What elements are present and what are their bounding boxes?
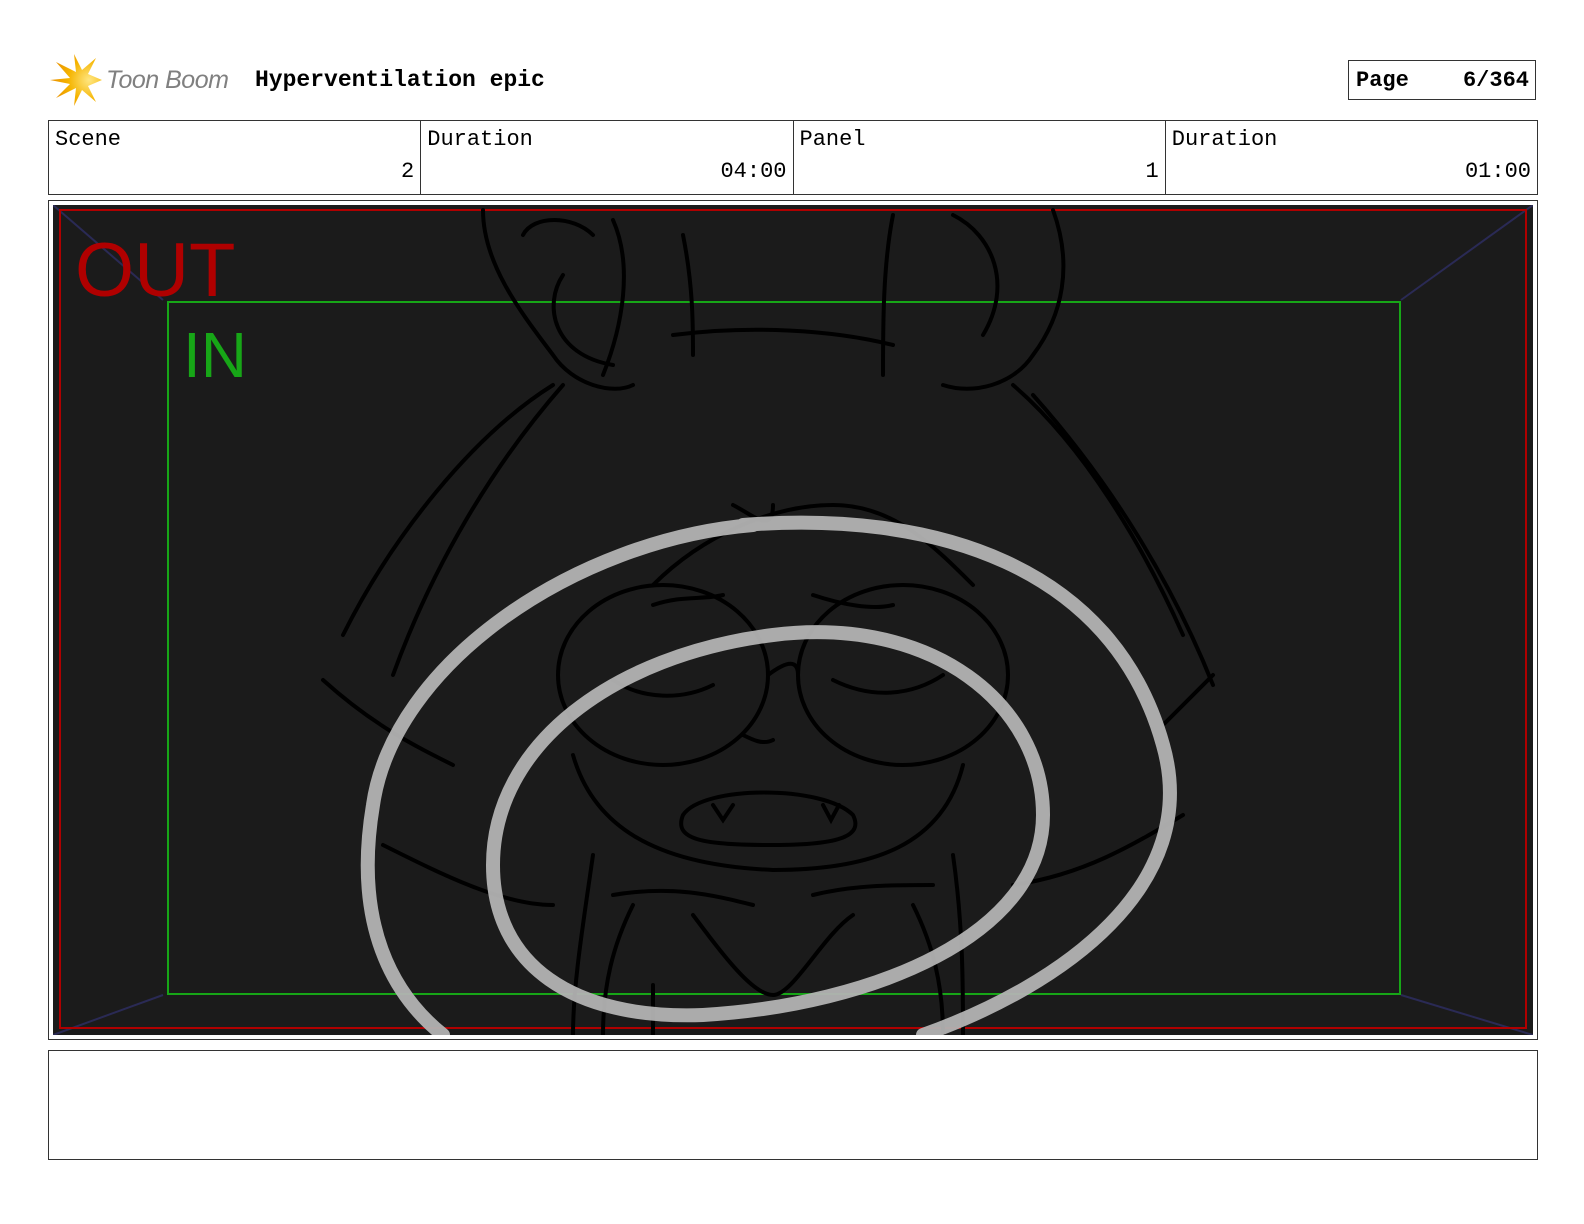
starburst-icon — [50, 54, 102, 106]
scene-cell: Scene 2 — [49, 121, 422, 194]
scene-duration-cell: Duration 04:00 — [421, 121, 794, 194]
panel-duration-value: 01:00 — [1464, 159, 1531, 184]
panel-image: OUT IN — [53, 205, 1533, 1035]
panel-duration-cell: Duration 01:00 — [1166, 121, 1537, 194]
page-counter: Page 6/364 — [1348, 60, 1536, 100]
logo-text: Toon Boom — [106, 66, 229, 94]
motion-circles — [360, 515, 1177, 1035]
project-title: Hyperventilation epic — [255, 67, 545, 93]
in-frame — [167, 301, 1401, 995]
panel-cell: Panel 1 — [794, 121, 1166, 194]
toon-boom-logo: Toon Boom — [50, 54, 240, 106]
page-value: 6/364 — [1462, 68, 1529, 93]
scene-info-table: Scene 2 Duration 04:00 Panel 1 Duration … — [48, 120, 1538, 195]
scene-duration-label: Duration — [427, 127, 533, 152]
scene-value: 2 — [401, 159, 415, 184]
page-label: Page — [1356, 68, 1409, 93]
storyboard-panel: OUT IN — [48, 200, 1538, 1040]
out-label: OUT — [75, 228, 236, 313]
in-label: IN — [183, 319, 247, 391]
scene-duration-value: 04:00 — [720, 159, 787, 184]
scene-label: Scene — [55, 127, 122, 152]
panel-label: Panel — [799, 127, 866, 152]
character-sketch — [321, 208, 1215, 1035]
panel-duration-label: Duration — [1171, 127, 1278, 152]
panel-value: 1 — [1145, 159, 1159, 184]
panel-notes[interactable] — [48, 1050, 1538, 1160]
page-header: Toon Boom Hyperventilation epic Page 6/3… — [48, 52, 1538, 108]
sketch-drawing — [53, 205, 1533, 1035]
